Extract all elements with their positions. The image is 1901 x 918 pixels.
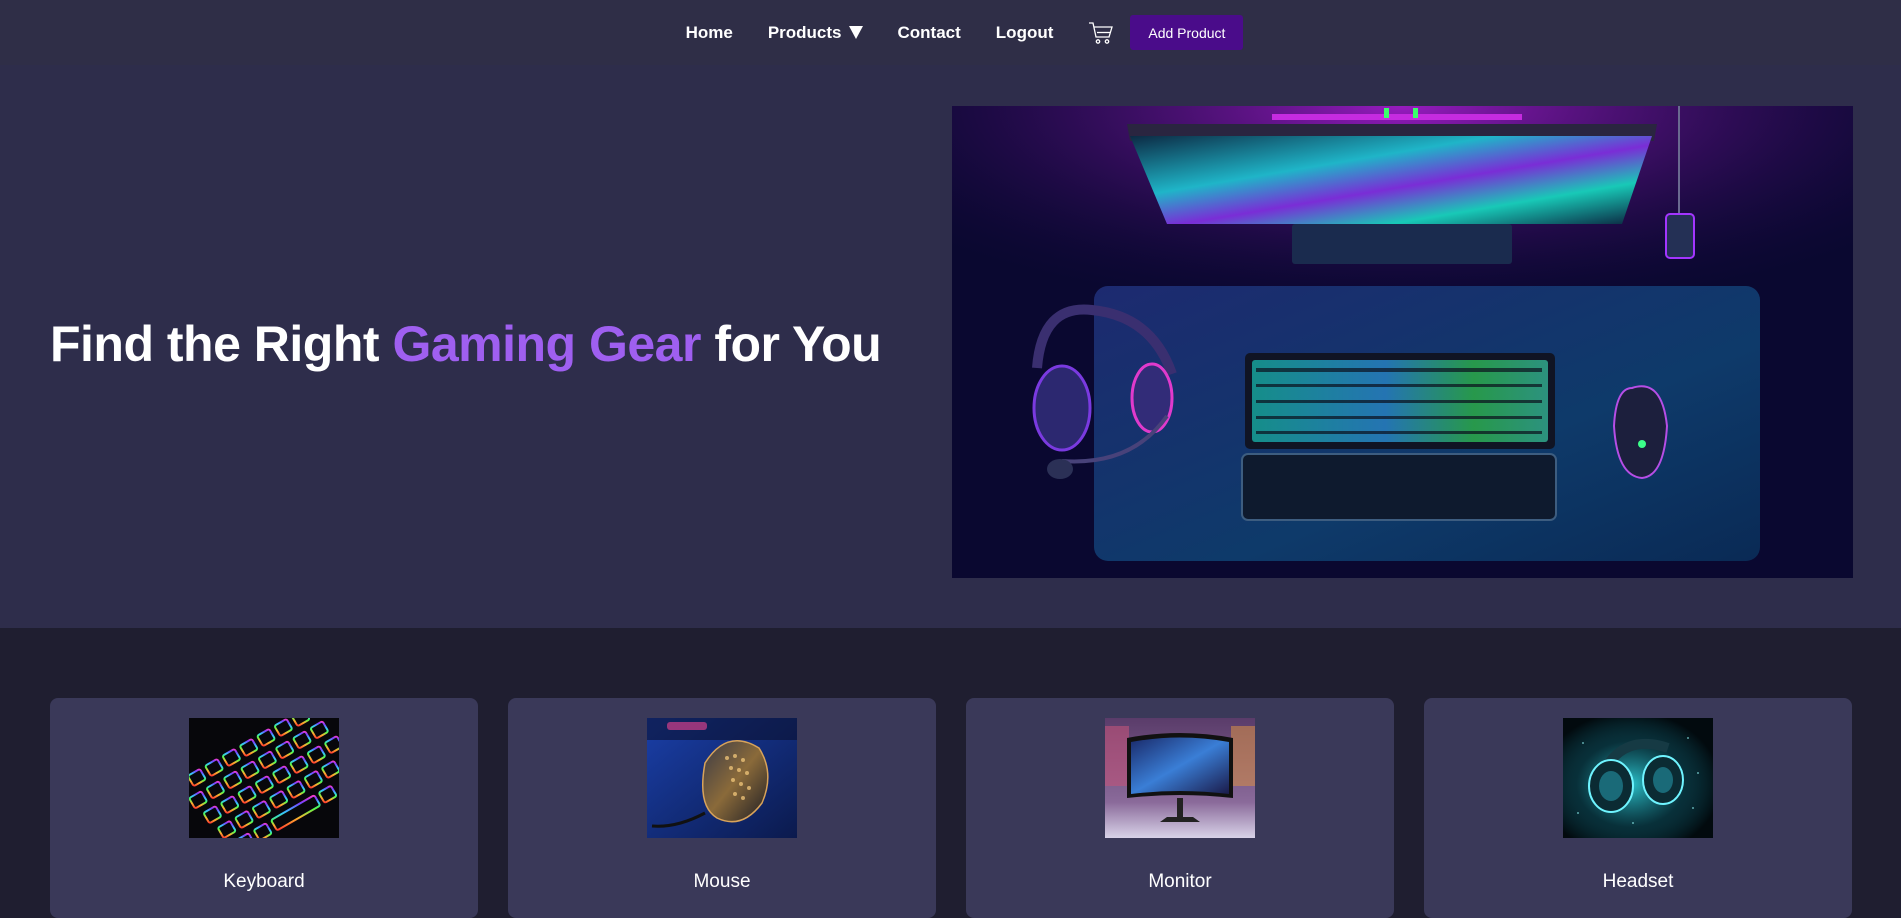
top-nav: Home Products Contact Logout Add Product [0, 0, 1901, 65]
hero-gaming-setup-image [952, 106, 1853, 578]
caret-down-icon [848, 26, 863, 39]
nav-home-link[interactable]: Home [686, 23, 733, 43]
hero-title-start: Find the Right [50, 316, 393, 372]
nav-products-label: Products [767, 22, 842, 42]
nav-contact-link[interactable]: Contact [898, 23, 961, 43]
nav-logout-link[interactable]: Logout [996, 23, 1054, 43]
nav-menu: Home Products Contact Logout Add Product [686, 15, 1244, 50]
add-product-button[interactable]: Add Product [1130, 15, 1244, 50]
monitor-image [1105, 718, 1255, 838]
hero-section: Find the Right Gaming Gear for You [0, 65, 1901, 628]
category-label-monitor: Monitor [1148, 871, 1212, 892]
category-card-headset[interactable]: Headset [1424, 698, 1852, 918]
category-card-monitor[interactable]: Monitor [966, 698, 1394, 918]
hero-title-accent: Gaming Gear [392, 316, 701, 372]
nav-products-dropdown[interactable]: Products [768, 23, 863, 43]
category-label-mouse: Mouse [693, 871, 751, 892]
cart-icon[interactable] [1088, 20, 1114, 46]
hero-title-end: for You [700, 316, 882, 372]
headset-image [1563, 718, 1713, 838]
hero-title: Find the Right Gaming Gear for You [50, 315, 882, 373]
mouse-image [647, 718, 797, 838]
category-card-keyboard[interactable]: Keyboard [50, 698, 478, 918]
category-label-keyboard: Keyboard [223, 871, 305, 892]
keyboard-image [189, 718, 339, 838]
category-card-mouse[interactable]: Mouse [508, 698, 936, 918]
category-label-headset: Headset [1602, 871, 1674, 892]
category-section: Keyboard Mouse Monitor Headset [0, 628, 1901, 918]
